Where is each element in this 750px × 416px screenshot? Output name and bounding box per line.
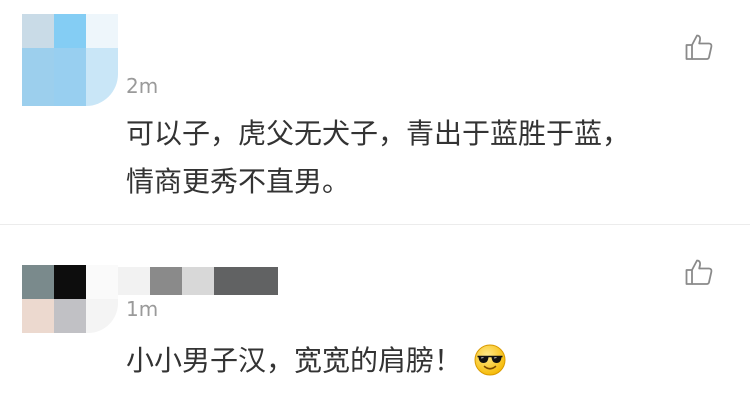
username-redacted[interactable] (118, 267, 278, 295)
comment-item: 2m 可以子，虎父无犬子，青出于蓝胜于蓝， 情商更秀不直男。 (0, 0, 750, 225)
like-button[interactable] (684, 257, 714, 287)
avatar-pixel (54, 14, 86, 48)
comment-item: 1m 小小男子汉，宽宽的肩膀！ (0, 225, 750, 416)
avatar[interactable] (22, 14, 118, 106)
like-button[interactable] (684, 32, 714, 62)
sunglasses-face-icon (474, 343, 506, 376)
thumbs-up-icon (685, 259, 713, 285)
avatar-pixel (22, 14, 54, 48)
avatar-pixel (22, 48, 54, 106)
thumbs-up-icon (685, 34, 713, 60)
comment-text: 可以子，虎父无犬子，青出于蓝胜于蓝， 情商更秀不直男。 (126, 110, 630, 206)
redaction-block (182, 267, 214, 295)
avatar-pixel (22, 265, 54, 299)
comment-text-line: 情商更秀不直男。 (126, 165, 351, 198)
comment-text-line: 可以子，虎父无犬子，青出于蓝胜于蓝， (126, 117, 631, 150)
comment-time: 2m (126, 74, 159, 98)
avatar-pixel (86, 265, 118, 299)
redaction-block (118, 267, 150, 295)
avatar-pixel (86, 14, 118, 48)
comment-text: 小小男子汉，宽宽的肩膀！ (126, 337, 506, 385)
avatar[interactable] (22, 265, 118, 357)
comment-text-line: 小小男子汉，宽宽的肩膀！ (126, 344, 463, 377)
avatar-pixel (54, 48, 86, 106)
comment-time: 1m (126, 297, 159, 321)
avatar-pixel (54, 299, 86, 333)
avatar-pixel (86, 299, 118, 333)
avatar-pixel (86, 48, 118, 106)
avatar-pixel (54, 265, 86, 299)
redaction-block (214, 267, 278, 295)
avatar-pixel (22, 299, 54, 333)
redaction-block (150, 267, 182, 295)
